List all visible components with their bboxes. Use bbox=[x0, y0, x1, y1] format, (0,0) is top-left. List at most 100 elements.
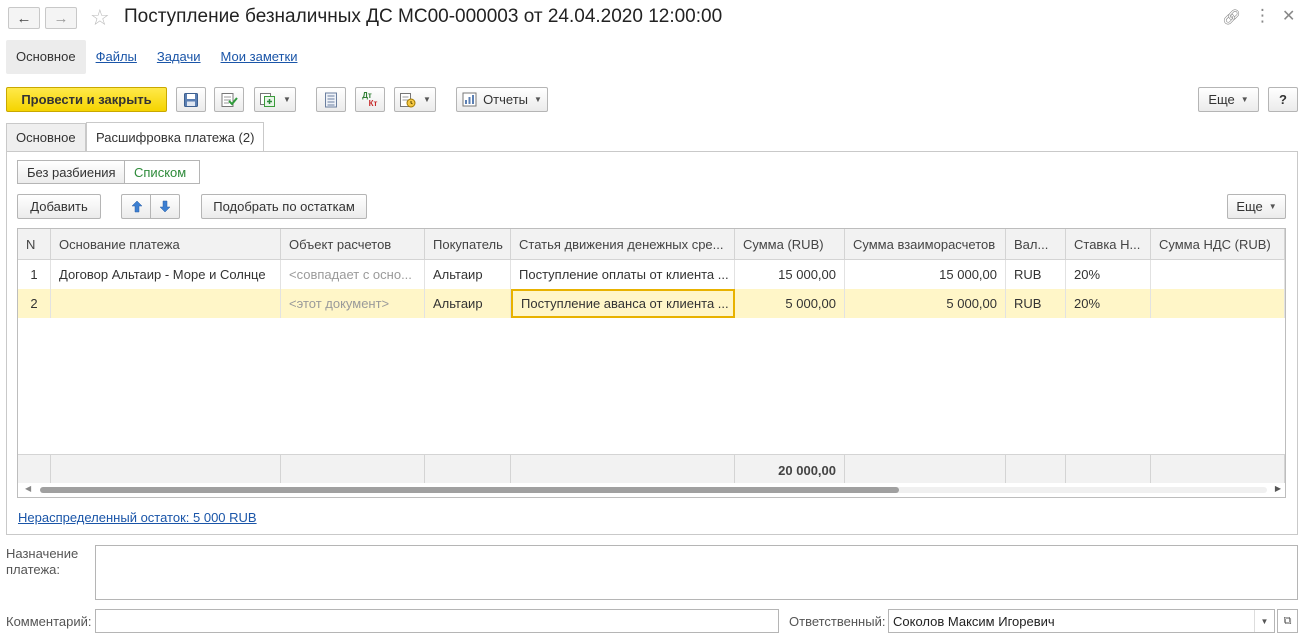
table-more-button[interactable]: Еще ▼ bbox=[1227, 194, 1286, 219]
scrollbar-track[interactable] bbox=[40, 487, 1267, 493]
cell-basis[interactable]: Договор Альтаир - Море и Солнце bbox=[51, 260, 281, 289]
create-based-on-button[interactable]: ▼ bbox=[254, 87, 296, 112]
chevron-down-icon: ▼ bbox=[283, 95, 291, 104]
tab-main[interactable]: Основное bbox=[6, 123, 86, 151]
section-tab-main[interactable]: Основное bbox=[6, 40, 86, 74]
arrow-up-icon bbox=[130, 200, 143, 213]
chevron-down-icon: ▼ bbox=[534, 95, 542, 104]
cell-currency[interactable]: RUB bbox=[1006, 260, 1066, 289]
forward-button[interactable]: → bbox=[45, 7, 77, 29]
cell-object[interactable]: <совпадает с осно... bbox=[281, 260, 425, 289]
chevron-down-icon: ▼ bbox=[423, 95, 431, 104]
cell-buyer[interactable]: Альтаир bbox=[425, 289, 511, 318]
comment-input[interactable] bbox=[95, 609, 779, 633]
print-menu-button[interactable]: ▼ bbox=[394, 87, 436, 112]
add-row-button[interactable]: Добавить bbox=[17, 194, 101, 219]
journal-icon bbox=[325, 92, 337, 107]
post-and-close-button[interactable]: Провести и закрыть bbox=[6, 87, 167, 112]
floppy-disk-icon bbox=[184, 92, 198, 107]
section-tab-notes[interactable]: Мои заметки bbox=[211, 40, 308, 74]
column-header-currency[interactable]: Вал... bbox=[1006, 229, 1066, 259]
open-responsible-button[interactable]: ⧉ bbox=[1277, 609, 1298, 633]
footer-cell bbox=[1151, 455, 1285, 485]
section-tab-tasks[interactable]: Задачи bbox=[147, 40, 211, 74]
cell-n: 2 bbox=[18, 289, 51, 318]
table-header: N Основание платежа Объект расчетов Поку… bbox=[18, 229, 1285, 260]
create-based-icon bbox=[260, 92, 276, 107]
scroll-left-icon[interactable]: ◀ bbox=[25, 484, 31, 493]
footer-cell bbox=[511, 455, 735, 485]
cell-settlement-amount[interactable]: 15 000,00 bbox=[845, 260, 1006, 289]
window-title: Поступление безналичных ДС МС00-000003 о… bbox=[124, 6, 723, 27]
close-icon[interactable]: ✕ bbox=[1282, 6, 1295, 26]
favorite-star-icon[interactable]: ☆ bbox=[90, 5, 110, 31]
column-header-buyer[interactable]: Покупатель bbox=[425, 229, 511, 259]
footer-cell bbox=[281, 455, 425, 485]
cell-vat-rate[interactable]: 20% bbox=[1066, 289, 1151, 318]
chevron-down-icon: ▼ bbox=[1240, 95, 1249, 104]
open-window-icon: ⧉ bbox=[1283, 614, 1292, 627]
cell-currency[interactable]: RUB bbox=[1006, 289, 1066, 318]
payment-purpose-input[interactable] bbox=[95, 545, 1298, 600]
footer-cell bbox=[1066, 455, 1151, 485]
more-vertical-icon[interactable]: ⋮ bbox=[1254, 6, 1271, 26]
footer-cell bbox=[18, 455, 51, 485]
save-button[interactable] bbox=[176, 87, 206, 112]
cell-basis[interactable] bbox=[51, 289, 281, 318]
cell-vat-rate[interactable]: 20% bbox=[1066, 260, 1151, 289]
scrollbar-thumb[interactable] bbox=[40, 487, 899, 493]
column-header-settlement-amount[interactable]: Сумма взаиморасчетов bbox=[845, 229, 1006, 259]
tab-payment-breakdown[interactable]: Расшифровка платежа (2) bbox=[86, 122, 264, 152]
reports-button[interactable]: Отчеты ▼ bbox=[456, 87, 548, 112]
move-down-button[interactable] bbox=[150, 194, 180, 219]
cell-amount[interactable]: 15 000,00 bbox=[735, 260, 845, 289]
scroll-right-icon[interactable]: ▶ bbox=[1275, 484, 1281, 493]
cell-amount[interactable]: 5 000,00 bbox=[735, 289, 845, 318]
arrow-right-icon: → bbox=[53, 9, 69, 27]
dt-kt-button[interactable]: Дт Кт bbox=[355, 87, 385, 112]
column-header-basis[interactable]: Основание платежа bbox=[51, 229, 281, 259]
column-header-cashflow-item[interactable]: Статья движения денежных сре... bbox=[511, 229, 735, 259]
chevron-down-icon: ▼ bbox=[1268, 202, 1277, 211]
table-row[interactable]: 1 Договор Альтаир - Море и Солнце <совпа… bbox=[18, 260, 1285, 289]
footer-total-amount: 20 000,00 bbox=[735, 455, 845, 485]
responsible-label: Ответственный: bbox=[789, 614, 886, 629]
cell-settlement-amount[interactable]: 5 000,00 bbox=[845, 289, 1006, 318]
report-chart-icon bbox=[462, 92, 477, 107]
dropdown-chevron-icon[interactable]: ▼ bbox=[1254, 610, 1274, 632]
move-up-button[interactable] bbox=[121, 194, 151, 219]
footer-cell bbox=[425, 455, 511, 485]
table-row-selected[interactable]: 2 <этот документ> Альтаир Поступление ав… bbox=[18, 289, 1285, 318]
section-tabs: Основное Файлы Задачи Мои заметки bbox=[6, 40, 307, 74]
column-header-object[interactable]: Объект расчетов bbox=[281, 229, 425, 259]
post-document-icon bbox=[221, 92, 238, 107]
column-header-vat-rate[interactable]: Ставка Н... bbox=[1066, 229, 1151, 259]
pick-by-balance-button[interactable]: Подобрать по остаткам bbox=[201, 194, 367, 219]
cell-cashflow-item[interactable]: Поступление оплаты от клиента ... bbox=[511, 260, 735, 289]
section-tab-files[interactable]: Файлы bbox=[86, 40, 147, 74]
footer-cell bbox=[1006, 455, 1066, 485]
cell-buyer[interactable]: Альтаир bbox=[425, 260, 511, 289]
journal-button[interactable] bbox=[316, 87, 346, 112]
column-header-vat-amount[interactable]: Сумма НДС (RUB) bbox=[1151, 229, 1285, 259]
no-split-toggle[interactable]: Без разбиения bbox=[17, 160, 125, 184]
horizontal-scrollbar[interactable]: ◀ ▶ bbox=[18, 483, 1285, 497]
list-toggle[interactable]: Списком bbox=[124, 160, 200, 184]
post-button[interactable] bbox=[214, 87, 244, 112]
comment-label: Комментарий: bbox=[6, 614, 92, 629]
column-header-n[interactable]: N bbox=[18, 229, 51, 259]
unallocated-balance-link[interactable]: Нераспределенный остаток: 5 000 RUB bbox=[18, 510, 257, 525]
column-header-amount[interactable]: Сумма (RUB) bbox=[735, 229, 845, 259]
footer-cell bbox=[51, 455, 281, 485]
cell-cashflow-item-active[interactable]: Поступление аванса от клиента ... bbox=[511, 289, 735, 318]
back-button[interactable]: ← bbox=[8, 7, 40, 29]
payment-breakdown-table: N Основание платежа Объект расчетов Поку… bbox=[17, 228, 1286, 498]
help-button[interactable]: ? bbox=[1268, 87, 1298, 112]
responsible-input[interactable]: Соколов Максим Игоревич ▼ bbox=[888, 609, 1275, 633]
cell-object[interactable]: <этот документ> bbox=[281, 289, 425, 318]
link-icon[interactable]: 🔗︎ bbox=[1222, 8, 1241, 26]
more-button[interactable]: Еще ▼ bbox=[1198, 87, 1259, 112]
dt-kt-icon: Дт Кт bbox=[362, 90, 378, 108]
cell-vat-amount[interactable] bbox=[1151, 289, 1285, 318]
cell-vat-amount[interactable] bbox=[1151, 260, 1285, 289]
